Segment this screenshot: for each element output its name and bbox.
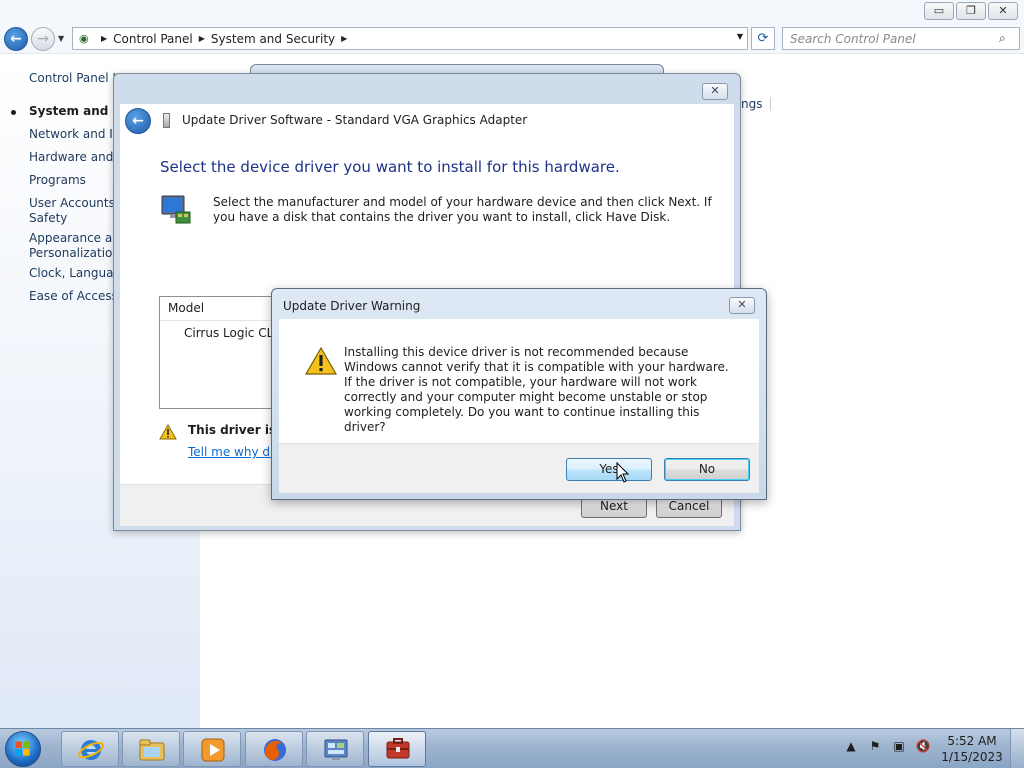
settings-link-fragment[interactable]: ngs <box>741 97 762 111</box>
sidebar-item-hardware[interactable]: Hardware and S <box>29 150 125 165</box>
search-input[interactable]: Search Control Panel <box>783 32 999 46</box>
media-player-icon <box>201 738 225 762</box>
current-section-bullet <box>11 110 16 115</box>
show-hidden-icons-icon[interactable]: ▲ <box>843 739 859 753</box>
sidebar-item-appearance-line2[interactable]: Personalization <box>29 246 120 261</box>
taskbar: ▲ ⚑ ▣ 🔇 5:52 AM 1/15/2023 <box>0 728 1024 768</box>
sidebar-item-programs[interactable]: Programs <box>29 173 86 188</box>
start-button[interactable] <box>5 731 41 767</box>
sidebar-item-ease-of-access[interactable]: Ease of Access <box>29 289 118 304</box>
monitor-icon <box>161 195 191 224</box>
dialog-footer: Yes No <box>279 443 759 493</box>
recent-pages-dropdown[interactable]: ▼ <box>58 34 64 43</box>
network-icon[interactable]: ▣ <box>891 739 907 753</box>
breadcrumb-system-and-security[interactable]: System and Security <box>211 32 335 46</box>
dialog-body: Installing this device driver is not rec… <box>279 319 759 443</box>
sidebar-item-network[interactable]: Network and Int <box>29 127 125 142</box>
clock-date: 1/15/2023 <box>941 750 1003 764</box>
warning-icon <box>159 424 177 440</box>
address-dropdown-icon[interactable]: ▼ <box>737 32 743 41</box>
wizard-heading: Select the device driver you want to ins… <box>160 158 620 176</box>
firefox-icon <box>264 739 286 761</box>
action-center-flag-icon[interactable]: ⚑ <box>867 739 883 753</box>
title-bar: ▭ ❐ ✕ <box>0 0 1024 24</box>
forward-button[interactable]: → <box>31 27 55 51</box>
search-icon[interactable]: ⌕ <box>999 31 1019 46</box>
device-icon <box>163 113 170 128</box>
address-bar[interactable]: ◉ ▶ Control Panel ▶ System and Security … <box>72 27 748 50</box>
dialog-close-button[interactable]: ✕ <box>729 297 755 314</box>
system-tray: ▲ ⚑ ▣ 🔇 <box>843 739 931 753</box>
taskbar-firefox[interactable] <box>245 731 303 767</box>
taskbar-internet-explorer[interactable] <box>61 731 119 767</box>
window-caption-buttons: ▭ ❐ ✕ <box>924 2 1018 20</box>
back-button[interactable]: ← <box>4 27 28 51</box>
warning-icon <box>305 347 337 375</box>
navigation-bar: ← → ▼ ◉ ▶ Control Panel ▶ System and Sec… <box>0 24 1024 54</box>
windows-logo-icon <box>15 741 30 756</box>
dialog-message: Installing this device driver is not rec… <box>344 345 729 434</box>
sidebar-item-user-accounts-line2[interactable]: Safety <box>29 211 67 226</box>
windows-explorer-icon <box>139 739 165 761</box>
wizard-title: Update Driver Software - Standard VGA Gr… <box>182 113 528 127</box>
no-button[interactable]: No <box>664 458 750 481</box>
link-separator <box>770 97 771 111</box>
taskbar-clock[interactable]: 5:52 AM 1/15/2023 <box>935 733 1009 765</box>
update-driver-warning-dialog: Update Driver Warning ✕ Installing this … <box>271 288 767 500</box>
clock-time: 5:52 AM <box>947 734 997 748</box>
yes-button[interactable]: Yes <box>566 458 652 481</box>
chevron-right-icon[interactable]: ▶ <box>101 34 107 43</box>
control-panel-icon <box>324 739 348 760</box>
taskbar-media-player[interactable] <box>183 731 241 767</box>
wizard-header: ← Update Driver Software - Standard VGA … <box>120 104 734 138</box>
taskbar-windows-explorer[interactable] <box>122 731 180 767</box>
taskbar-control-panel[interactable] <box>306 731 364 767</box>
chevron-right-icon[interactable]: ▶ <box>199 34 205 43</box>
search-box[interactable]: Search Control Panel ⌕ <box>782 27 1020 50</box>
volume-muted-icon[interactable]: 🔇 <box>915 739 931 753</box>
refresh-button[interactable]: ⟳ <box>751 27 775 50</box>
show-desktop-button[interactable] <box>1010 729 1024 768</box>
control-panel-icon: ◉ <box>79 31 89 45</box>
restore-button[interactable]: ❐ <box>956 2 986 20</box>
internet-explorer-icon <box>78 740 104 760</box>
sidebar-item-user-accounts[interactable]: User Accounts a <box>29 196 126 211</box>
close-button[interactable]: ✕ <box>988 2 1018 20</box>
wizard-instructions: Select the manufacturer and model of you… <box>213 195 712 224</box>
chevron-right-icon[interactable]: ▶ <box>341 34 347 43</box>
wizard-back-button[interactable]: ← <box>125 108 151 134</box>
sidebar-item-control-panel-home[interactable]: Control Panel H <box>29 71 121 86</box>
breadcrumb-control-panel[interactable]: Control Panel <box>113 32 193 46</box>
taskbar-device-manager[interactable] <box>368 731 426 767</box>
mouse-pointer-icon <box>616 462 630 483</box>
device-manager-icon <box>386 738 410 759</box>
minimize-button[interactable]: ▭ <box>924 2 954 20</box>
dialog-title: Update Driver Warning <box>283 299 421 313</box>
wizard-close-button[interactable]: ✕ <box>702 83 728 100</box>
